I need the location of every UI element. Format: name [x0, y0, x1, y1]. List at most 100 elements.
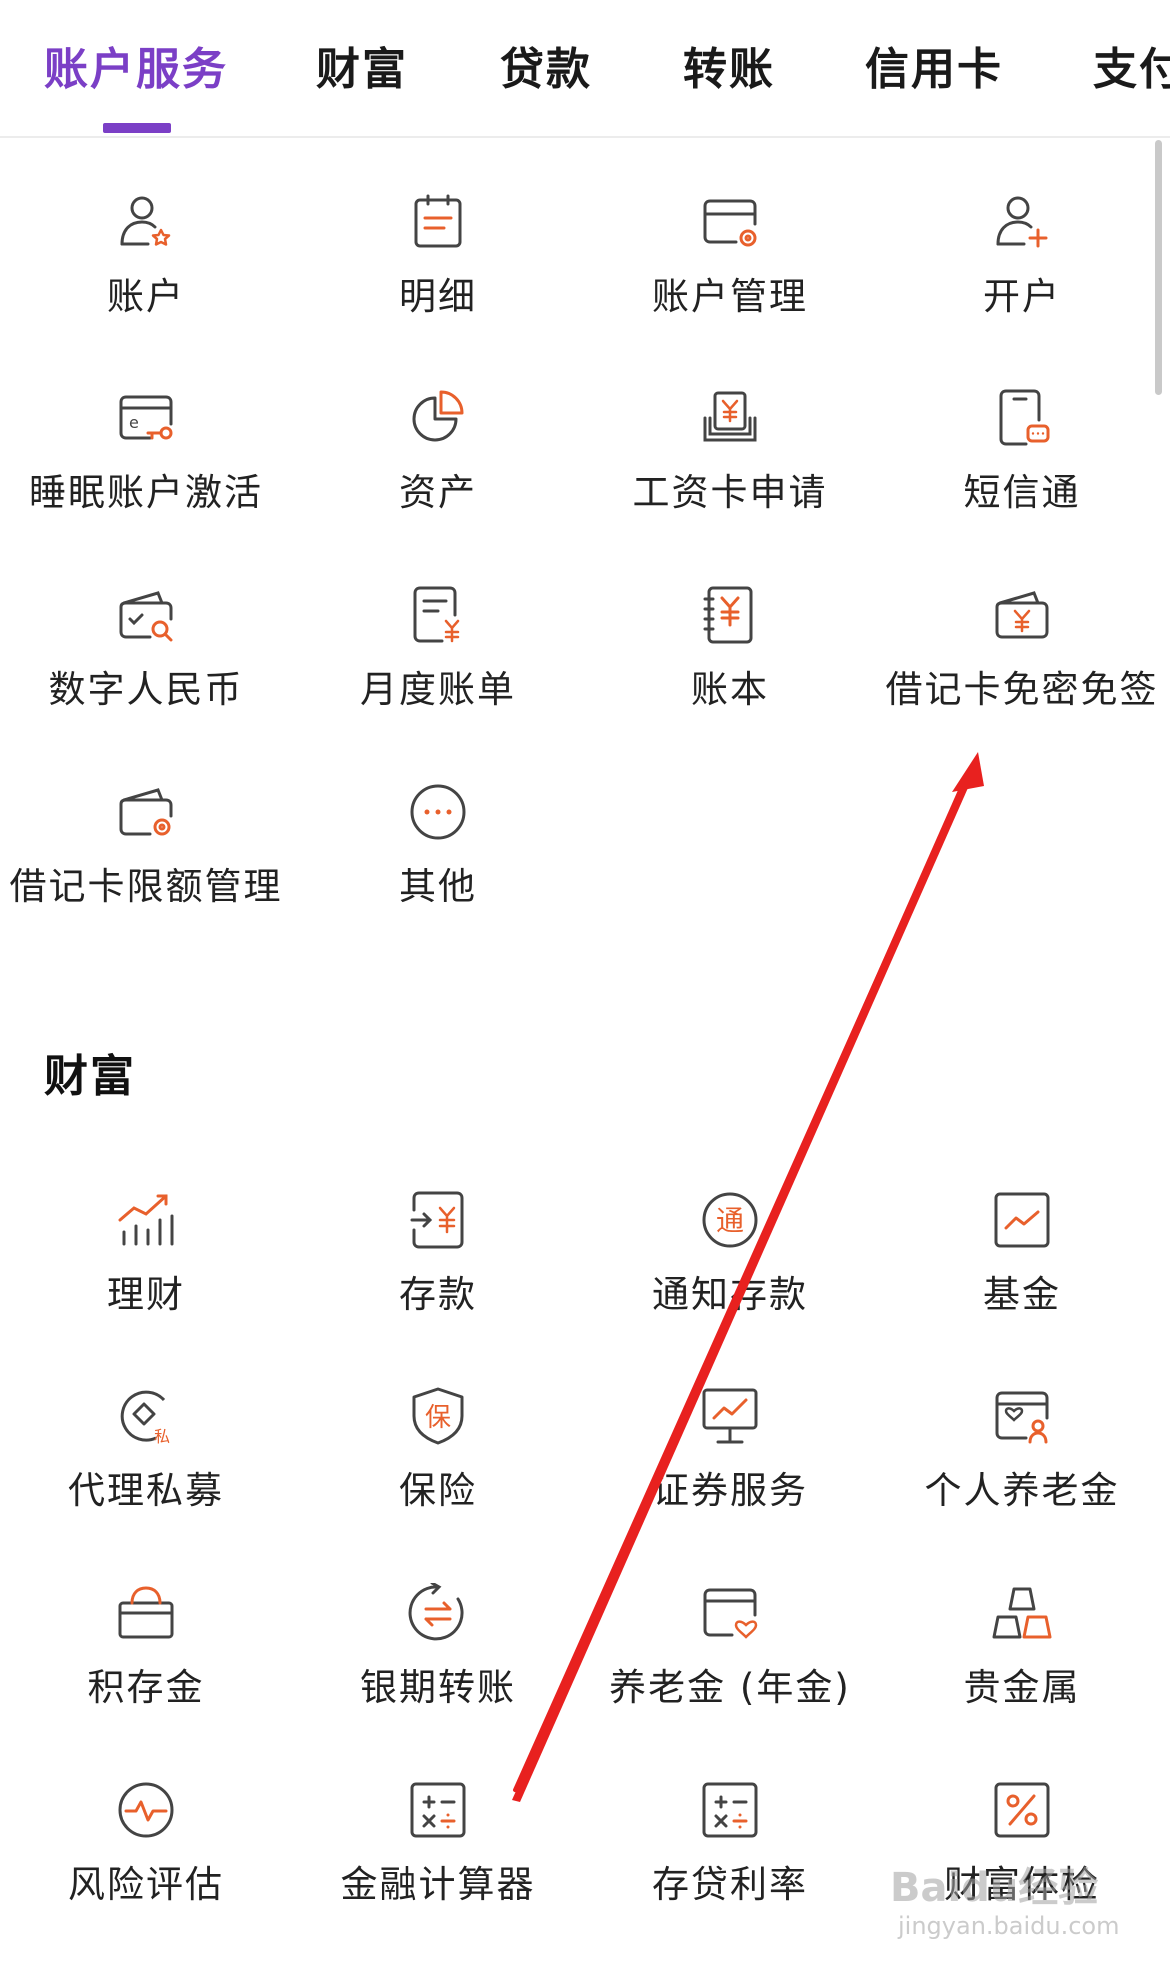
wealth-label: 金融计算器 [340, 1863, 536, 1906]
top-tab-bar: 账户服务 财富 贷款 转账 信用卡 支付 [0, 0, 1170, 138]
wealth-financial-calculator[interactable]: 金融计算器 [292, 1780, 584, 1970]
wealth-label: 银期转账 [360, 1666, 516, 1709]
svg-text:私: 私 [154, 1427, 170, 1446]
private-diamond-icon: 私 [116, 1386, 176, 1446]
percent-box-icon [992, 1780, 1052, 1840]
card-gear-icon [700, 192, 760, 252]
service-salary-card[interactable]: 工资卡申请 [584, 388, 876, 578]
pension-card-icon [992, 1386, 1052, 1446]
service-details[interactable]: 明细 [292, 192, 584, 382]
wealth-label: 风险评估 [68, 1863, 224, 1906]
wealth-precious-metals[interactable]: 贵金属 [876, 1583, 1168, 1773]
wealth-label: 保险 [399, 1469, 477, 1512]
wealth-risk-assessment[interactable]: 风险评估 [0, 1780, 292, 1970]
deposit-arrow-icon [408, 1190, 468, 1250]
exchange-circle-icon [408, 1583, 468, 1643]
calendar-list-icon [408, 192, 468, 252]
service-assets[interactable]: 资产 [292, 388, 584, 578]
wealth-private-equity[interactable]: 私 代理私募 [0, 1386, 292, 1576]
user-star-icon [116, 192, 176, 252]
pie-chart-icon [408, 388, 468, 448]
service-debit-password-free[interactable]: 借记卡免密免签 [876, 585, 1168, 775]
tab-loans[interactable]: 贷款 [500, 40, 592, 100]
svg-text:通: 通 [716, 1204, 744, 1237]
wealth-deposit[interactable]: 存款 [292, 1190, 584, 1380]
gold-bars-icon [992, 1583, 1052, 1643]
service-label: 明细 [399, 275, 477, 318]
monitor-chart-icon [700, 1386, 760, 1446]
wealth-label: 理财 [107, 1273, 185, 1316]
service-label: 资产 [399, 471, 477, 514]
notice-circle-icon: 通 [700, 1190, 760, 1250]
wealth-label: 代理私募 [68, 1469, 224, 1512]
wealth-label: 通知存款 [652, 1273, 808, 1316]
service-account[interactable]: 账户 [0, 192, 292, 382]
wallet-search-icon [116, 585, 176, 645]
wealth-insurance[interactable]: 保 保险 [292, 1386, 584, 1576]
wealth-gold-accumulation[interactable]: 积存金 [0, 1583, 292, 1773]
wealth-label: 基金 [983, 1273, 1061, 1316]
tab-payment[interactable]: 支付 [1093, 40, 1170, 100]
wealth-annuity[interactable]: 养老金 (年金) [584, 1583, 876, 1773]
service-ledger[interactable]: 账本 [584, 585, 876, 775]
wealth-personal-pension[interactable]: 个人养老金 [876, 1386, 1168, 1576]
service-label: 开户 [983, 275, 1061, 318]
svg-text:保: 保 [425, 1403, 451, 1433]
growth-chart-icon [116, 1190, 176, 1250]
wealth-securities[interactable]: 证券服务 [584, 1386, 876, 1576]
service-label: 工资卡申请 [632, 471, 828, 514]
user-plus-icon [992, 192, 1052, 252]
wealth-fund[interactable]: 基金 [876, 1190, 1168, 1380]
wealth-label: 贵金属 [963, 1666, 1081, 1709]
service-other[interactable]: 其他 [292, 782, 584, 972]
calculator-icon [408, 1780, 468, 1840]
ledger-yuan-icon [700, 585, 760, 645]
tab-wealth[interactable]: 财富 [316, 40, 408, 100]
service-label: 借记卡限额管理 [9, 865, 283, 908]
service-open-account[interactable]: 开户 [876, 192, 1168, 382]
service-monthly-bill[interactable]: 月度账单 [292, 585, 584, 775]
wealth-label: 养老金 (年金) [609, 1666, 851, 1709]
wealth-deposit-loan-rates[interactable]: 存贷利率 [584, 1780, 876, 1970]
service-account-management[interactable]: 账户管理 [584, 192, 876, 382]
gold-box-icon [116, 1583, 176, 1643]
svg-text:e: e [129, 413, 139, 432]
wealth-bank-futures-transfer[interactable]: 银期转账 [292, 1583, 584, 1773]
service-sms[interactable]: 短信通 [876, 388, 1168, 578]
service-label: 短信通 [963, 471, 1081, 514]
annuity-card-icon [700, 1583, 760, 1643]
wealth-label: 个人养老金 [924, 1469, 1120, 1512]
wealth-label: 存贷利率 [652, 1863, 808, 1906]
service-dormant-activation[interactable]: e 睡眠账户激活 [0, 388, 292, 578]
tab-transfer[interactable]: 转账 [683, 40, 775, 100]
wealth-label: 存款 [399, 1273, 477, 1316]
service-label: 月度账单 [360, 668, 516, 711]
card-key-icon: e [116, 388, 176, 448]
bill-yuan-icon [408, 585, 468, 645]
watermark-url: jingyan.baidu.com [898, 1912, 1120, 1940]
service-label: 数字人民币 [48, 668, 244, 711]
more-dots-icon [408, 782, 468, 842]
service-label: 账户管理 [652, 275, 808, 318]
tab-credit-card[interactable]: 信用卡 [865, 40, 1003, 100]
fund-chart-icon [992, 1190, 1052, 1250]
service-debit-limit[interactable]: 借记卡限额管理 [0, 782, 292, 972]
wealth-financing[interactable]: 理财 [0, 1190, 292, 1380]
service-digital-rmb[interactable]: 数字人民币 [0, 585, 292, 775]
rate-calculator-icon [700, 1780, 760, 1840]
active-tab-indicator [103, 123, 171, 133]
tab-account-services[interactable]: 账户服务 [44, 40, 228, 100]
wallet-yuan-icon [992, 585, 1052, 645]
service-label: 其他 [399, 865, 477, 908]
pulse-circle-icon [116, 1780, 176, 1840]
salary-card-icon [700, 388, 760, 448]
wallet-gear-icon [116, 782, 176, 842]
service-label: 借记卡免密免签 [885, 668, 1159, 711]
shield-insurance-icon: 保 [408, 1386, 468, 1446]
wealth-notice-deposit[interactable]: 通 通知存款 [584, 1190, 876, 1380]
service-label: 睡眠账户激活 [29, 471, 263, 514]
wealth-label: 证券服务 [652, 1469, 808, 1512]
watermark-logo: Baidu经验 [890, 1865, 1099, 1911]
service-label: 账本 [691, 668, 769, 711]
service-label: 账户 [107, 275, 185, 318]
